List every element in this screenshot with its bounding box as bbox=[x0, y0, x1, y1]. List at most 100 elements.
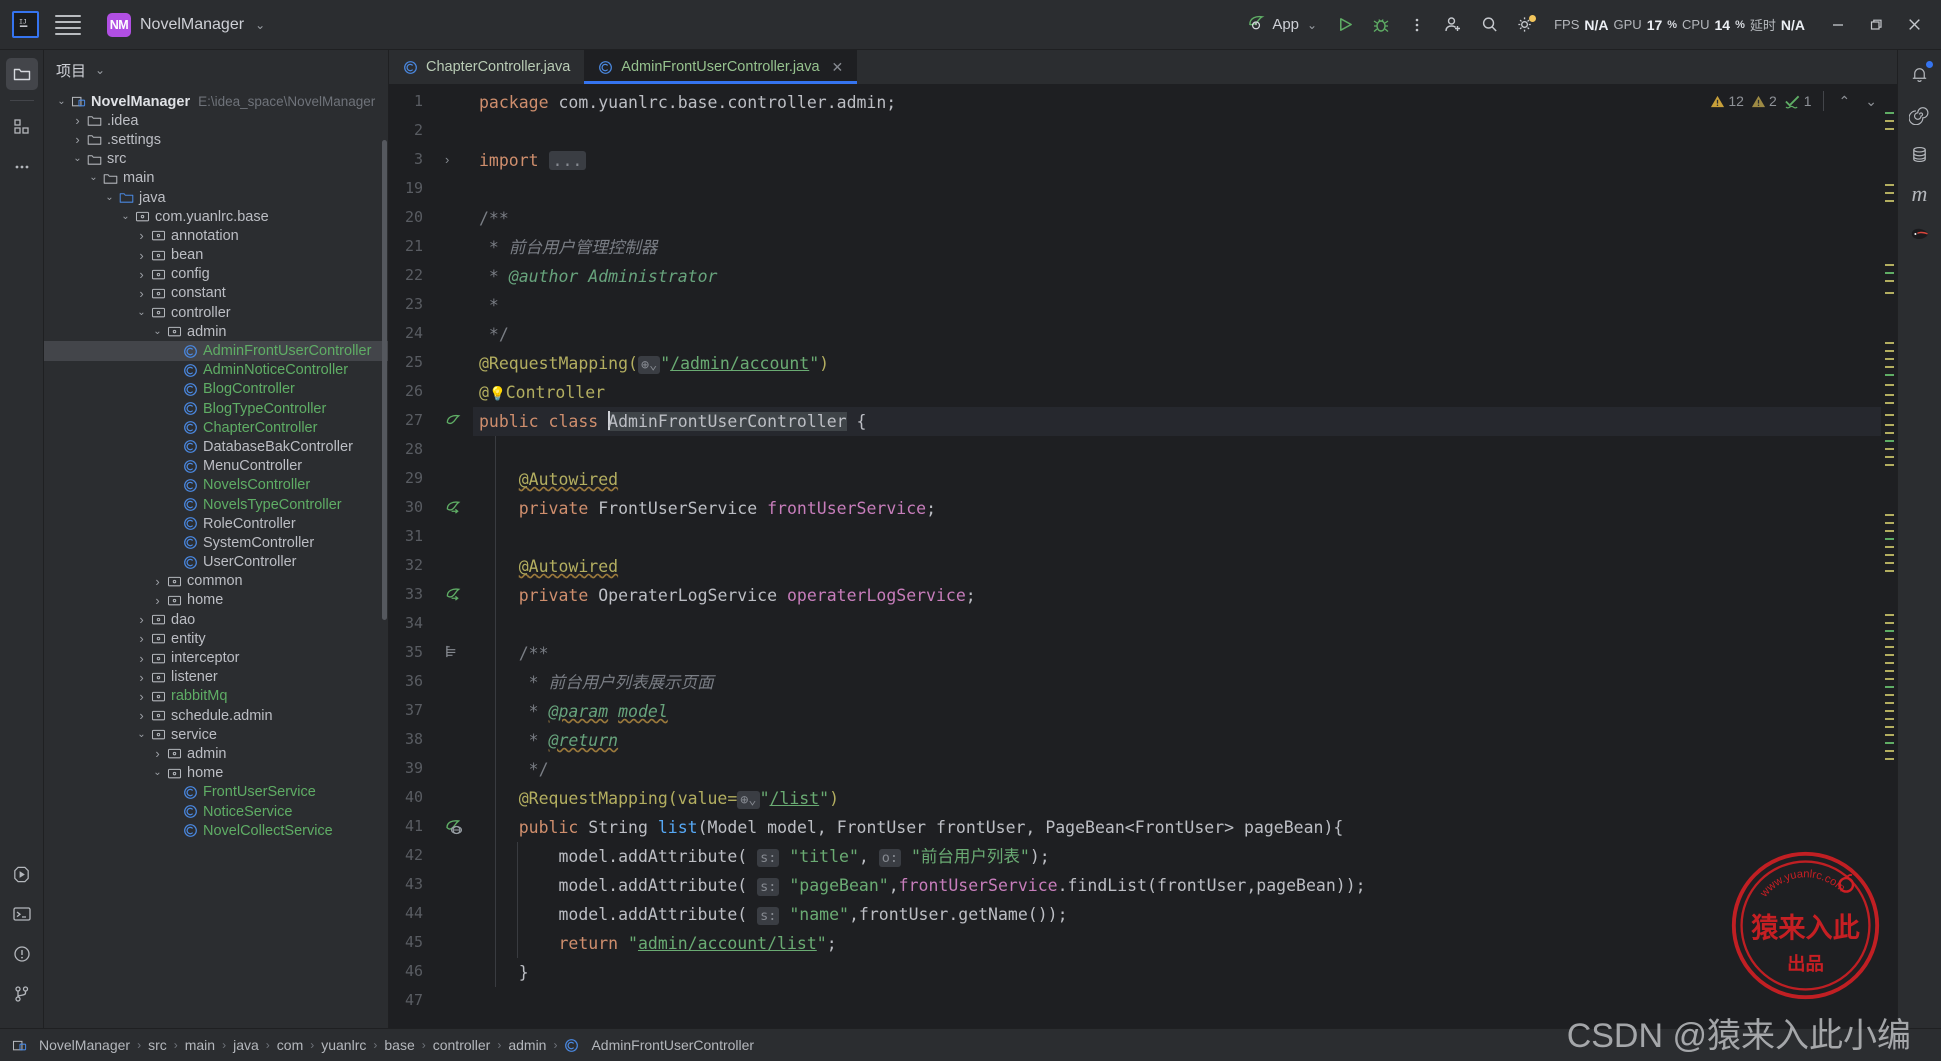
code-line[interactable]: * bbox=[479, 291, 499, 320]
code-line[interactable]: model.addAttribute( s: "pageBean",frontU… bbox=[479, 871, 1366, 900]
tree-node-rabbitMq[interactable]: › rabbitMq bbox=[44, 687, 388, 706]
code-line[interactable]: return "admin/account/list"; bbox=[479, 929, 836, 958]
code-line[interactable]: */ bbox=[479, 755, 549, 784]
error-stripe-marker[interactable] bbox=[1885, 272, 1894, 274]
chevron-right-icon[interactable]: › bbox=[134, 632, 149, 645]
error-stripe-marker[interactable] bbox=[1885, 702, 1894, 704]
breadcrumb-item-class[interactable]: AdminFrontUserController bbox=[591, 1037, 754, 1053]
tree-item-BlogController[interactable]: BlogController bbox=[44, 380, 388, 399]
chevron-down-icon[interactable]: ⌄ bbox=[134, 307, 149, 318]
tree-item-AdminNoticeController[interactable]: AdminNoticeController bbox=[44, 361, 388, 380]
chevron-right-icon[interactable]: › bbox=[134, 613, 149, 626]
warnings-indicator[interactable]: 12 bbox=[1710, 93, 1744, 109]
project-selector[interactable]: NM NovelManager ⌄ bbox=[99, 10, 273, 40]
error-stripe-marker[interactable] bbox=[1885, 662, 1894, 664]
chevron-down-icon[interactable]: ⌄ bbox=[134, 729, 149, 740]
error-stripe-marker[interactable] bbox=[1885, 448, 1894, 450]
project-tool-window-header[interactable]: 项目 ⌄ bbox=[44, 50, 388, 90]
chevron-right-icon[interactable]: › bbox=[150, 575, 165, 588]
code-line[interactable]: model.addAttribute( s: "title", o: "前台用户… bbox=[479, 842, 1050, 871]
maven-icon[interactable]: m bbox=[1904, 178, 1936, 210]
error-stripe-marker[interactable] bbox=[1885, 374, 1894, 376]
error-stripe-marker[interactable] bbox=[1885, 424, 1894, 426]
minimize-icon[interactable] bbox=[1819, 5, 1857, 45]
editor-gutter[interactable]: 1 2 3 19 20 21 22 23 24 25 26 27 28 29 30 31 32 33 34 35 36 3… bbox=[389, 84, 473, 1028]
chevron-down-icon[interactable]: ⌄ bbox=[86, 173, 101, 183]
error-stripe-marker[interactable] bbox=[1885, 200, 1894, 202]
breadcrumb-item-admin[interactable]: admin bbox=[508, 1037, 546, 1053]
code-line[interactable]: * 前台用户列表展示页面 bbox=[479, 668, 714, 697]
tree-node-NovelManager[interactable]: ⌄ NovelManager E:\idea_space\NovelManager bbox=[44, 92, 388, 111]
fold-expand-icon[interactable]: › bbox=[445, 151, 449, 169]
breadcrumb-item-NovelManager[interactable]: NovelManager bbox=[39, 1037, 130, 1053]
code-content[interactable]: package com.yuanlrc.base.controller.admi… bbox=[473, 84, 1881, 1028]
debug-button[interactable] bbox=[1364, 8, 1398, 42]
editor-tab-ChapterController[interactable]: ChapterController.java bbox=[389, 50, 584, 84]
problems-icon[interactable] bbox=[6, 938, 38, 970]
chevron-down-icon[interactable]: ⌄ bbox=[150, 326, 165, 337]
chevron-down-icon[interactable]: ⌄ bbox=[118, 211, 133, 222]
tree-item-NovelsTypeController[interactable]: NovelsTypeController bbox=[44, 495, 388, 514]
tree-item-NovelsController[interactable]: NovelsController bbox=[44, 476, 388, 495]
breadcrumb-item-src[interactable]: src bbox=[148, 1037, 167, 1053]
error-stripe-marker[interactable] bbox=[1885, 726, 1894, 728]
error-stripe-marker[interactable] bbox=[1885, 546, 1894, 548]
chevron-up-icon[interactable]: ⌃ bbox=[1835, 93, 1855, 110]
error-stripe-marker[interactable] bbox=[1885, 128, 1894, 130]
code-line[interactable]: @Autowired bbox=[479, 552, 618, 581]
chevron-right-icon[interactable]: › bbox=[70, 114, 85, 127]
code-editor[interactable]: 12 2 1 ⌃ ⌄ 1 2 3 19 20 21 22 23 24 25 26… bbox=[389, 84, 1897, 1028]
tree-node-entity[interactable]: › entity bbox=[44, 629, 388, 648]
code-line[interactable]: * @param model bbox=[479, 697, 668, 726]
tree-node-service[interactable]: ⌄ service bbox=[44, 725, 388, 744]
code-line[interactable]: model.addAttribute( s: "name",frontUser.… bbox=[479, 900, 1068, 929]
breadcrumb-item-com[interactable]: com bbox=[277, 1037, 303, 1053]
notifications-icon[interactable] bbox=[1904, 58, 1936, 90]
tree-node-controller[interactable]: ⌄ controller bbox=[44, 303, 388, 322]
tree-item-ChapterController[interactable]: ChapterController bbox=[44, 418, 388, 437]
error-stripe-marker[interactable] bbox=[1885, 718, 1894, 720]
error-stripe-marker[interactable] bbox=[1885, 522, 1894, 524]
error-stripe-marker[interactable] bbox=[1885, 464, 1894, 466]
terminal-icon[interactable] bbox=[6, 898, 38, 930]
tree-node-.idea[interactable]: › .idea bbox=[44, 111, 388, 130]
sidebar-item-structure[interactable] bbox=[6, 111, 38, 143]
javadoc-gutter-icon[interactable] bbox=[445, 644, 460, 664]
code-line[interactable]: private OperaterLogService operaterLogSe… bbox=[479, 581, 976, 610]
tree-item-UserController[interactable]: UserController bbox=[44, 553, 388, 572]
error-stripe[interactable] bbox=[1881, 84, 1897, 1028]
error-stripe-marker[interactable] bbox=[1885, 686, 1894, 688]
code-line[interactable]: */ bbox=[479, 320, 509, 349]
tree-item-SystemController[interactable]: SystemController bbox=[44, 533, 388, 552]
error-stripe-marker[interactable] bbox=[1885, 562, 1894, 564]
error-stripe-marker[interactable] bbox=[1885, 402, 1894, 404]
tree-item-MenuController[interactable]: MenuController bbox=[44, 457, 388, 476]
chevron-right-icon[interactable]: › bbox=[134, 671, 149, 684]
inspection-ok-indicator[interactable]: 1 bbox=[1784, 93, 1812, 109]
code-line[interactable]: @RequestMapping(value= ⊕⌄ "/list") bbox=[479, 784, 839, 813]
tree-node-listener[interactable]: › listener bbox=[44, 668, 388, 687]
error-stripe-marker[interactable] bbox=[1885, 514, 1894, 516]
tree-item-BlogTypeController[interactable]: BlogTypeController bbox=[44, 399, 388, 418]
breadcrumb-item-java[interactable]: java bbox=[233, 1037, 259, 1053]
error-stripe-marker[interactable] bbox=[1885, 394, 1894, 396]
weak-warnings-indicator[interactable]: 2 bbox=[1751, 93, 1777, 109]
error-stripe-marker[interactable] bbox=[1885, 112, 1894, 114]
tree-node-admin[interactable]: › admin bbox=[44, 744, 388, 763]
code-line[interactable]: @Autowired bbox=[479, 465, 618, 494]
chevron-right-icon[interactable]: › bbox=[134, 287, 149, 300]
tree-node-src[interactable]: ⌄ src bbox=[44, 150, 388, 169]
error-stripe-marker[interactable] bbox=[1885, 554, 1894, 556]
breadcrumb-item-controller[interactable]: controller bbox=[433, 1037, 491, 1053]
code-line[interactable]: private FrontUserService frontUserServic… bbox=[479, 494, 936, 523]
sidebar-item-project[interactable] bbox=[5, 58, 38, 90]
tree-item-DatabaseBakController[interactable]: DatabaseBakController bbox=[44, 437, 388, 456]
error-stripe-marker[interactable] bbox=[1885, 342, 1894, 344]
chevron-down-icon[interactable]: ⌄ bbox=[102, 192, 117, 203]
chevron-down-icon[interactable]: ⌄ bbox=[54, 96, 69, 107]
error-stripe-marker[interactable] bbox=[1885, 694, 1894, 696]
gear-icon[interactable] bbox=[1508, 8, 1542, 42]
tree-node-constant[interactable]: › constant bbox=[44, 284, 388, 303]
more-actions-button[interactable] bbox=[1400, 8, 1434, 42]
error-stripe-marker[interactable] bbox=[1885, 710, 1894, 712]
